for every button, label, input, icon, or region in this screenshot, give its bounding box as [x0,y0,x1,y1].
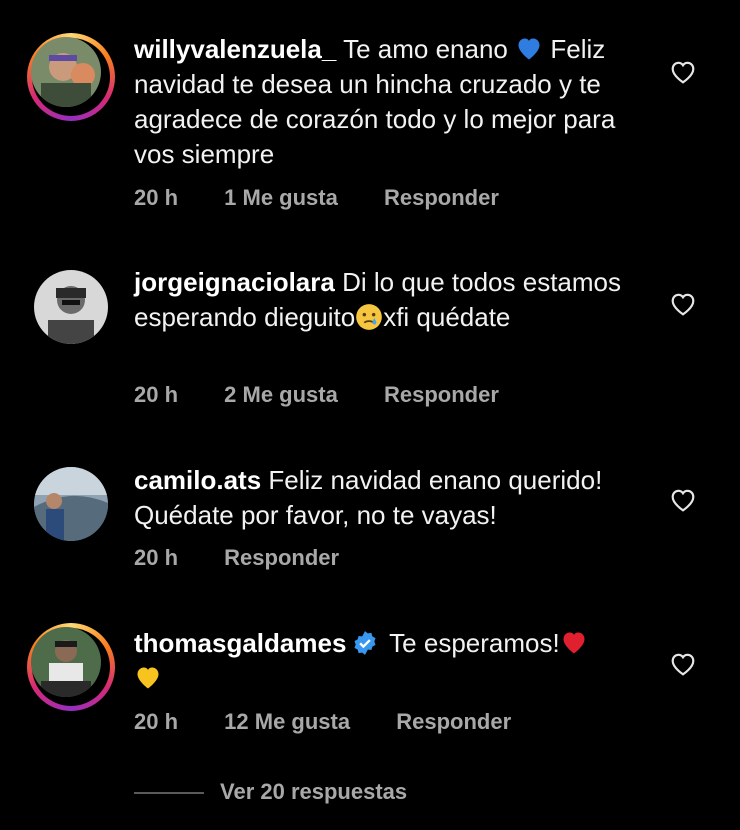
comment-body: Te esperamos! [389,628,560,658]
comment-meta: 20 h Responder [134,545,379,571]
like-heart-icon[interactable] [670,60,696,84]
red-heart-icon [563,632,585,654]
view-replies-button[interactable]: Ver 20 respuestas [134,779,407,805]
reply-button[interactable]: Responder [384,185,499,210]
comment-username[interactable]: thomasgaldames [134,628,346,658]
comment-text: thomasgaldames Te esperamos! [134,626,654,696]
comment-meta: 20 h 1 Me gusta Responder [134,185,539,211]
comment-body-continued: xfi quédate [383,302,511,332]
avatar[interactable] [34,270,108,344]
comment-username[interactable]: jorgeignaciolara [134,267,335,297]
comment-meta: 20 h 2 Me gusta Responder [134,382,539,408]
reply-button[interactable]: Responder [384,382,499,407]
comment-text: camilo.ats Feliz navidad enano querido! … [134,463,654,533]
reply-button[interactable]: Responder [396,709,511,734]
comment-likes[interactable]: 1 Me gusta [224,185,338,210]
comment-meta: 20 h 12 Me gusta Responder [134,709,551,735]
comment-text: jorgeignaciolara Di lo que todos estamos… [134,265,654,335]
like-heart-icon[interactable] [670,652,696,676]
comment-text: willyvalenzuela_ Te amo enano Feliz navi… [134,32,654,172]
comment-time: 20 h [134,185,179,210]
avatar[interactable] [34,467,108,541]
view-replies-label: Ver 20 respuestas [220,779,408,804]
like-heart-icon[interactable] [670,488,696,512]
blue-heart-icon [518,38,540,60]
reply-button[interactable]: Responder [224,545,339,570]
crying-face-icon [356,304,383,330]
like-heart-icon[interactable] [670,292,696,316]
comment-likes[interactable]: 12 Me gusta [224,709,350,734]
avatar[interactable] [27,623,115,711]
avatar[interactable] [27,33,115,121]
divider [134,792,204,795]
comment-time: 20 h [134,545,179,570]
comment-time: 20 h [134,382,179,407]
comment-time: 20 h [134,709,179,734]
comment-username[interactable]: willyvalenzuela_ [134,34,336,64]
comment-likes[interactable]: 2 Me gusta [224,382,338,407]
comment-body: Te amo enano [343,34,508,64]
verified-badge-icon [354,631,376,655]
comment-username[interactable]: camilo.ats [134,465,261,495]
yellow-heart-icon [137,667,159,689]
